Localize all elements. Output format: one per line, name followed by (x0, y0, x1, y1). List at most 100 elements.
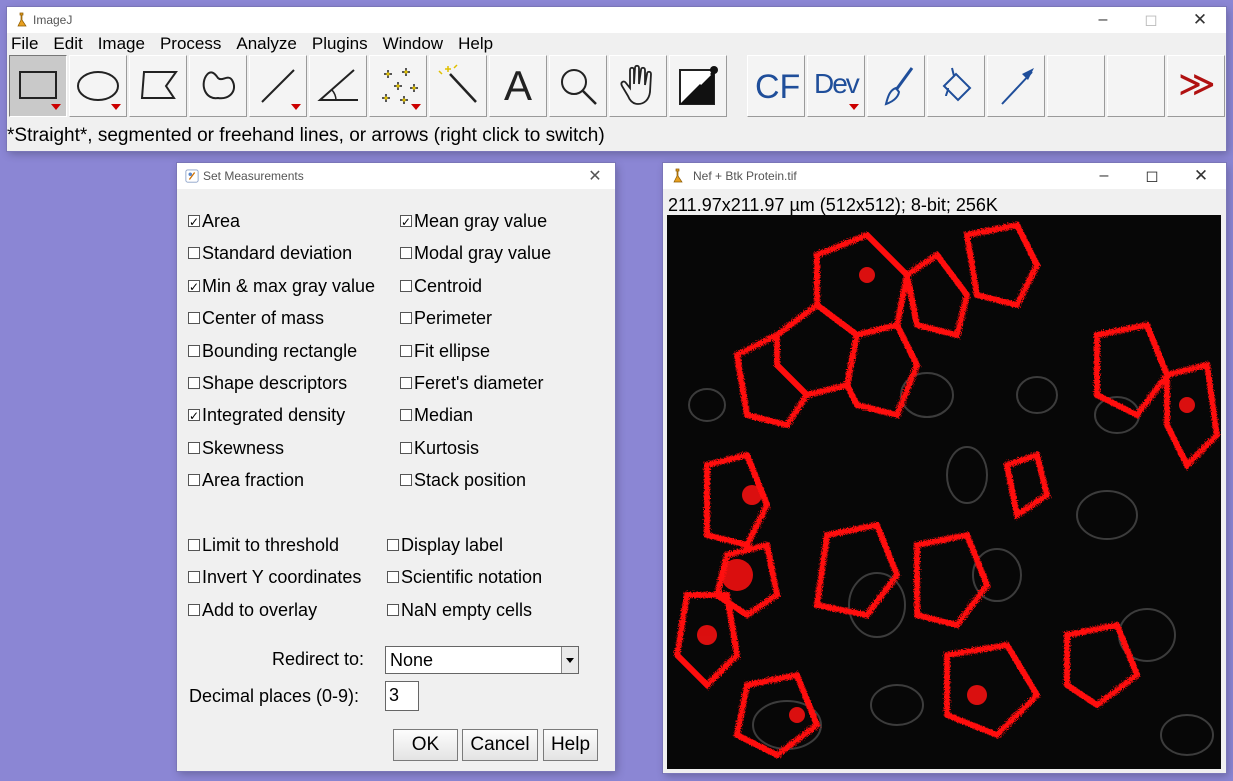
checkbox-box[interactable] (400, 247, 412, 260)
checkbox-label: Area fraction (202, 470, 305, 491)
checkbox-label: Shape descriptors (202, 373, 348, 393)
decimal-places-label: Decimal places (0-9): (189, 686, 360, 706)
dev-tool-button[interactable]: Dev (807, 55, 865, 117)
checkbox-box[interactable] (400, 409, 412, 422)
checkbox-box[interactable] (188, 474, 200, 487)
checkbox-box[interactable] (400, 474, 412, 487)
checkbox-box[interactable] (188, 603, 200, 616)
double-chevron-icon: ≫ (1178, 64, 1216, 105)
close-icon[interactable]: ✕ (1177, 7, 1223, 33)
minimize-icon[interactable]: – (1080, 7, 1126, 33)
checkbox-label: Bounding rectangle (202, 340, 358, 361)
checkbox-box[interactable] (400, 312, 412, 325)
close-icon[interactable]: ✕ (575, 163, 615, 189)
checkbox-box[interactable] (400, 441, 412, 454)
text-tool-button[interactable]: A (489, 55, 547, 117)
checkbox-box[interactable] (188, 276, 200, 298)
checkbox-box[interactable] (188, 344, 200, 357)
checkbox-box[interactable] (188, 405, 200, 427)
checkbox-label: Stack position (414, 470, 527, 491)
checkbox-label: Feret's diameter (414, 373, 544, 393)
checkbox-box[interactable] (188, 312, 200, 325)
checkbox-label: Limit to threshold (202, 535, 340, 555)
more-tools-button[interactable]: ≫ (1167, 55, 1225, 117)
text-tool-icon: A (504, 62, 533, 109)
color-picker-icon (679, 66, 718, 105)
arrow-tool-button[interactable] (987, 55, 1045, 117)
menu-image[interactable]: Image (98, 34, 145, 54)
checkbox-box[interactable] (188, 539, 200, 551)
menu-file[interactable]: File (11, 34, 38, 54)
checkbox-box[interactable] (387, 571, 399, 584)
cancel-button[interactable]: Cancel (462, 729, 538, 761)
dropdown-indicator-icon (849, 104, 859, 110)
checkbox-label: Integrated density (202, 405, 346, 426)
empty-tool-slot[interactable] (1047, 55, 1105, 117)
checkbox-label: Mean gray value (414, 211, 548, 231)
minimize-icon[interactable]: – (1081, 163, 1127, 189)
imagej-main-window: ImageJ – ◻ ✕ File Edit Image Process Ana… (7, 7, 1226, 151)
checkbox-box[interactable] (188, 247, 200, 260)
freehand-tool-button[interactable] (189, 55, 247, 117)
microscopy-image[interactable] (667, 215, 1221, 769)
status-bar: *Straight*, segmented or freehand lines,… (7, 125, 605, 146)
angle-tool-button[interactable] (309, 55, 367, 117)
help-button[interactable]: Help (543, 729, 598, 761)
decimal-places-input[interactable]: 3 (385, 681, 419, 711)
zoom-tool-button[interactable] (549, 55, 607, 117)
checkbox-label: Scientific notation (401, 567, 543, 588)
cell-fluorescence-image (667, 215, 1221, 769)
menu-process[interactable]: Process (160, 34, 221, 54)
maximize-icon[interactable]: ◻ (1129, 163, 1175, 189)
brush-tool-button[interactable] (867, 55, 925, 117)
polygon-tool-button[interactable] (129, 55, 187, 117)
flood-fill-tool-button[interactable] (927, 55, 985, 117)
checkbox-box[interactable] (400, 377, 412, 389)
oval-tool-button[interactable] (69, 55, 127, 117)
rectangle-tool-button[interactable] (9, 55, 67, 117)
checkbox-box[interactable] (188, 441, 200, 454)
checkbox-box[interactable] (188, 211, 200, 233)
checkbox-label: Center of mass (202, 308, 325, 329)
imagej-app-icon (673, 168, 683, 183)
dropdown-indicator-icon (51, 104, 61, 110)
checkbox-box[interactable] (400, 344, 412, 357)
checkbox-label: NaN empty cells (401, 599, 533, 620)
empty-tool-slot[interactable] (1107, 55, 1165, 117)
polygon-icon (140, 71, 178, 99)
dialog-title: Set Measurements (203, 169, 304, 183)
multipoint-tool-button[interactable] (369, 55, 427, 117)
color-picker-tool-button[interactable] (669, 55, 727, 117)
dropdown-indicator-icon (291, 104, 301, 110)
dialog-titlebar[interactable]: Set Measurements ✕ (177, 163, 615, 189)
cf-tool-button[interactable]: CF (747, 55, 805, 117)
menu-edit[interactable]: Edit (53, 34, 82, 54)
checkbox-label: Perimeter (414, 308, 493, 329)
window-title: ImageJ (33, 13, 73, 27)
checkbox-box[interactable] (387, 603, 399, 616)
line-tool-button[interactable] (249, 55, 307, 117)
menu-analyze[interactable]: Analyze (236, 34, 296, 54)
redirect-select[interactable]: None (385, 646, 579, 674)
close-icon[interactable]: ✕ (1178, 163, 1224, 189)
imagej-titlebar[interactable]: ImageJ – ◻ ✕ (7, 7, 1226, 33)
magic-wand-icon (438, 64, 477, 103)
chevron-down-icon[interactable] (561, 647, 578, 673)
menu-window[interactable]: Window (383, 34, 443, 54)
hand-tool-button[interactable] (609, 55, 667, 117)
menu-plugins[interactable]: Plugins (312, 34, 368, 54)
checkbox-label: Skewness (202, 437, 285, 458)
checkbox-label: Fit ellipse (414, 340, 491, 361)
checkbox-box[interactable] (188, 571, 200, 584)
wand-tool-button[interactable] (429, 55, 487, 117)
dev-tool-icon: Dev (814, 68, 860, 99)
image-titlebar[interactable]: Nef + Btk Protein.tif – ◻ ✕ (663, 163, 1226, 189)
toolbar: A CF Dev ≫ (9, 55, 1225, 119)
checkbox-box[interactable] (387, 539, 399, 551)
checkbox-box[interactable] (188, 377, 200, 389)
menu-help[interactable]: Help (458, 34, 493, 54)
checkbox-box[interactable] (400, 211, 412, 233)
ok-button[interactable]: OK (393, 729, 458, 761)
checkbox-box[interactable] (400, 279, 412, 292)
maximize-icon[interactable]: ◻ (1128, 7, 1174, 33)
